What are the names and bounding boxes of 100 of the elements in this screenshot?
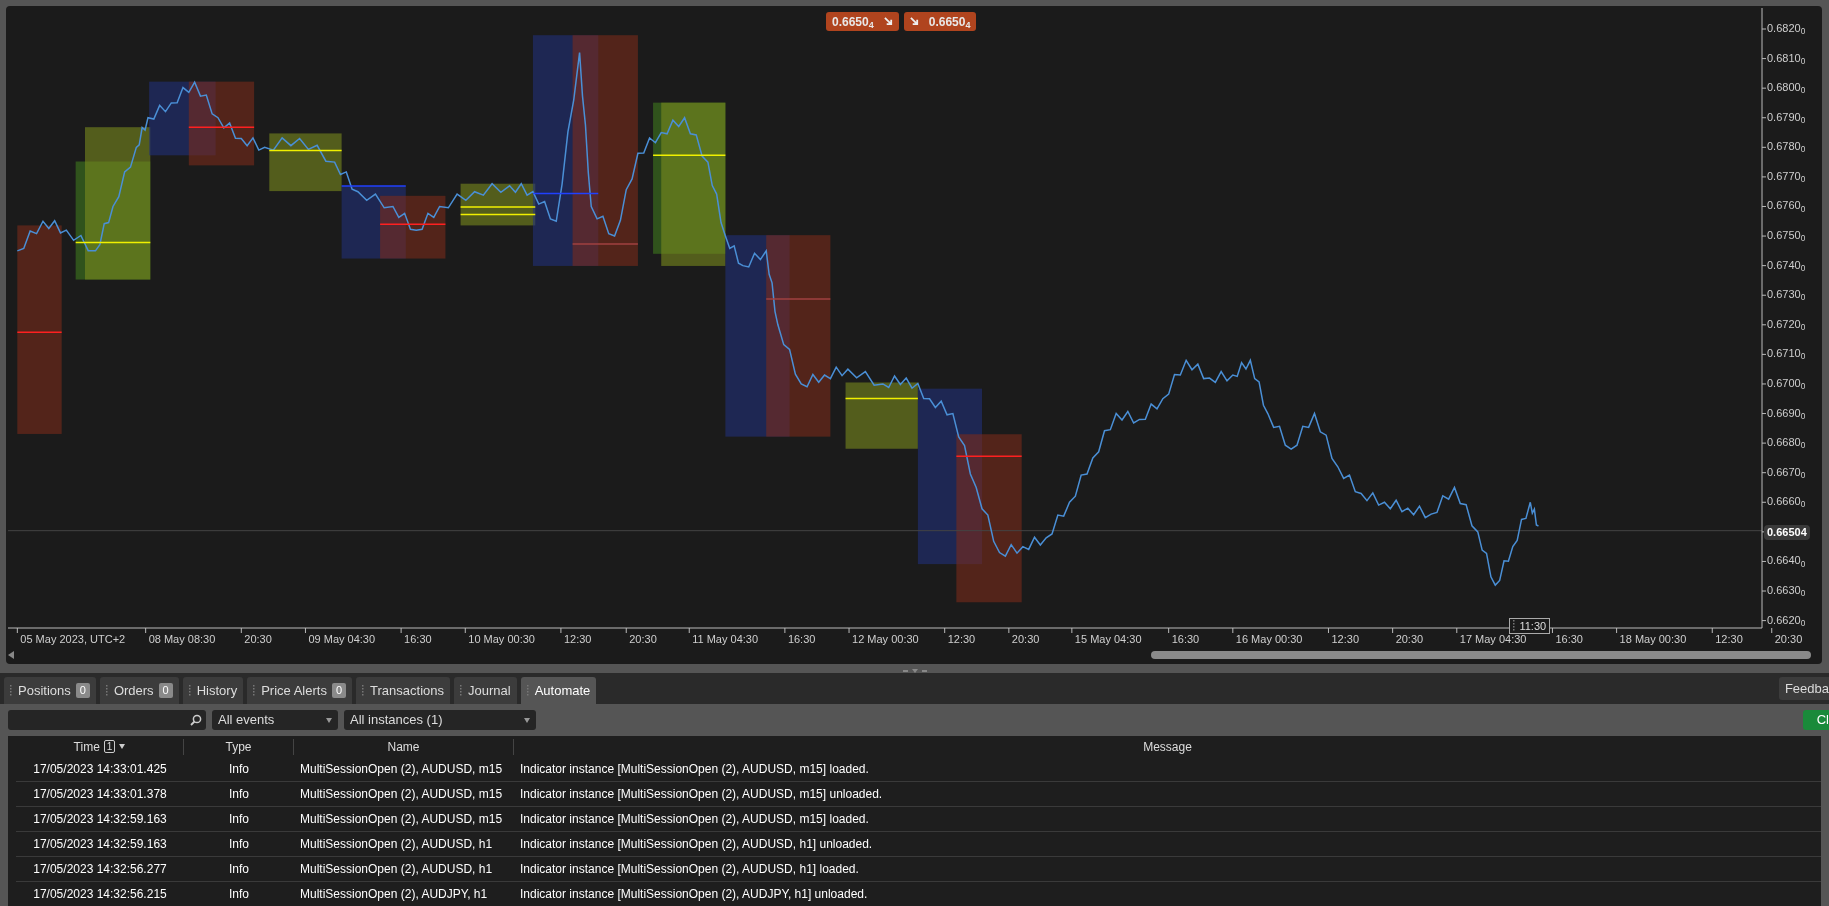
count-badge: 0 — [158, 683, 173, 698]
x-axis-label: 16:30 — [787, 634, 816, 645]
column-header[interactable]: Time 1 — [16, 738, 184, 755]
clear-button[interactable]: Cl — [1802, 710, 1829, 730]
y-axis-label: 0.6720$_{0}$ — [1767, 318, 1806, 330]
x-axis-label: 12 May 00:30 — [852, 634, 919, 645]
y-axis-label: 0.6790$_{0}$ — [1767, 111, 1806, 123]
table-cell-text: Indicator instance [MultiSessionOpen (2), AUDUSD, h1] loaded. — [519, 861, 860, 878]
splitter-handle-icon[interactable] — [902, 668, 927, 673]
table-cell-text: Indicator instance [MultiSessionOpen (2), AUDUSD, h1] unloaded. — [519, 836, 874, 853]
x-axis-label: 12:30 — [1331, 634, 1359, 645]
y-axis-label: 0.6630$_{0}$ — [1767, 585, 1806, 596]
table-cell-text: Indicator instance [MultiSessionOpen (2), AUDJPY, h1] unloaded. — [519, 886, 869, 903]
sort-order-badge: 1 — [103, 740, 116, 753]
column-title: Time — [73, 738, 100, 756]
sort-caret-icon — [119, 744, 126, 749]
y-axis-label: 0.6810$_{0}$ — [1767, 52, 1806, 64]
x-axis-label: 20:30 — [1395, 634, 1424, 645]
y-axis-label: 0.6670$_{0}$ — [1767, 466, 1806, 478]
table-cell-text: Info — [228, 886, 250, 903]
table-cell-text: 17/05/2023 14:32:56.277 — [32, 861, 168, 878]
column-title: Message — [1143, 738, 1192, 756]
session-box — [380, 195, 446, 259]
y-axis-label: 0.6680$_{0}$ — [1767, 437, 1806, 449]
y-axis-label: 0.6750$_{0}$ — [1767, 230, 1806, 242]
caret-icon — [326, 717, 332, 723]
x-axis-label: 15 May 04:30 — [1074, 634, 1142, 645]
y-axis-label: 0.6730$_{0}$ — [1767, 289, 1806, 301]
search-field[interactable] — [8, 710, 206, 730]
x-axis-label: 16 May 00:30 — [1235, 634, 1303, 645]
table-cell-text: Indicator instance [MultiSessionOpen (2), AUDUSD, m15] unloaded. — [519, 786, 884, 803]
panel-tab[interactable]: History — [182, 677, 244, 704]
x-axis-label: 18 May 00:30 — [1619, 634, 1687, 645]
y-axis-label: 0.6690$_{0}$ — [1767, 407, 1806, 419]
instances-dropdown[interactable]: All instances (1) — [344, 710, 536, 730]
table-cell-text: MultiSessionOpen (2), AUDUSD, h1 — [299, 861, 494, 878]
grip-icon — [1513, 620, 1517, 632]
table-cell-text: Info — [228, 761, 250, 778]
cursor-time-text: 11:30 — [1519, 620, 1547, 632]
table-cell-text: 17/05/2023 14:32:56.215 — [32, 886, 168, 903]
panel-tab[interactable]: Transactions — [356, 677, 450, 704]
table-cell-text: Info — [228, 861, 250, 878]
x-axis-label: 11 May 04:30 — [692, 634, 759, 645]
caret-icon — [524, 717, 530, 723]
level-line — [955, 455, 1023, 457]
y-axis-label: 0.6780$_{0}$ — [1767, 141, 1806, 153]
column-header[interactable]: Name — [294, 738, 514, 755]
x-axis-label: 12:30 — [563, 634, 592, 645]
y-axis-label: 0.6740$_{0}$ — [1767, 259, 1806, 271]
table-cell-text: Info — [228, 836, 250, 853]
table-cell-text: MultiSessionOpen (2), AUDUSD, m15 — [299, 761, 504, 778]
table-cell-text: Info — [228, 786, 250, 803]
table-cell-text: MultiSessionOpen (2), AUDUSD, m15 — [299, 811, 504, 828]
panel-tab[interactable]: Orders 0 — [99, 677, 179, 704]
events-dropdown[interactable]: All events — [212, 710, 338, 730]
y-axis-label: 0.6660$_{0}$ — [1767, 496, 1806, 508]
table-cell-text: MultiSessionOpen (2), AUDUSD, h1 — [299, 836, 494, 853]
feedback-button[interactable]: Feedba — [1778, 677, 1829, 700]
y-axis-label: 0.6700$_{0}$ — [1767, 377, 1806, 389]
y-axis-label: 0.6620$_{0}$ — [1767, 614, 1806, 626]
panel-tab[interactable]: Positions 0 — [4, 677, 96, 704]
buy-button[interactable]: 0.6650$_{4}$ — [903, 12, 977, 31]
level-line — [765, 298, 832, 300]
x-axis-label: 16:30 — [1171, 634, 1200, 645]
level-line — [571, 243, 639, 245]
x-axis-label: 20:30 — [244, 634, 272, 645]
column-header[interactable]: Message — [514, 738, 1821, 755]
arrow-icon — [909, 17, 919, 26]
y-axis-label: 0.6820$_{0}$ — [1767, 23, 1806, 34]
scroll-left-icon[interactable] — [8, 651, 14, 659]
count-badge: 0 — [75, 683, 90, 698]
sell-button[interactable]: 0.6650$_{4}$ — [826, 12, 899, 31]
panel-tab[interactable]: Automate — [520, 677, 597, 704]
x-axis-label: 17 May 04:30 — [1459, 634, 1527, 645]
column-header[interactable]: Type — [184, 738, 294, 755]
column-title: Name — [387, 738, 420, 756]
level-line — [532, 192, 599, 195]
y-axis-label: 0.6760$_{0}$ — [1767, 200, 1806, 212]
table-cell-text: 17/05/2023 14:32:59.163 — [32, 836, 168, 853]
x-axis-label: 16:30 — [1555, 634, 1583, 645]
x-axis-label: 12:30 — [947, 634, 976, 645]
x-axis-label: 20:30 — [629, 634, 657, 645]
panel-tab[interactable]: Price Alerts 0 — [247, 677, 353, 704]
table-cell-text: Indicator instance [MultiSessionOpen (2), AUDUSD, m15] loaded. — [519, 761, 870, 778]
y-axis-label: 0.6770$_{0}$ — [1767, 170, 1806, 182]
x-axis-label: 09 May 04:30 — [308, 634, 376, 645]
level-line — [340, 185, 407, 187]
table-cell-text: 17/05/2023 14:33:01.425 — [32, 761, 168, 778]
arrow-icon — [883, 17, 893, 26]
table-cell-text: Info — [228, 811, 250, 828]
table-cell-text: MultiSessionOpen (2), AUDUSD, m15 — [299, 786, 504, 803]
level-line — [188, 126, 255, 128]
x-axis-label: 05 May 2023, UTC+2 — [20, 634, 126, 645]
table-cell-text: MultiSessionOpen (2), AUDJPY, h1 — [299, 886, 489, 903]
scrollbar-thumb[interactable] — [1151, 651, 1811, 659]
x-axis-label: 08 May 08:30 — [148, 634, 216, 645]
level-line — [379, 223, 447, 225]
x-axis-label: 20:30 — [1774, 634, 1803, 645]
panel-tab[interactable]: Journal — [454, 677, 517, 704]
x-axis-label: 10 May 00:30 — [468, 634, 535, 645]
